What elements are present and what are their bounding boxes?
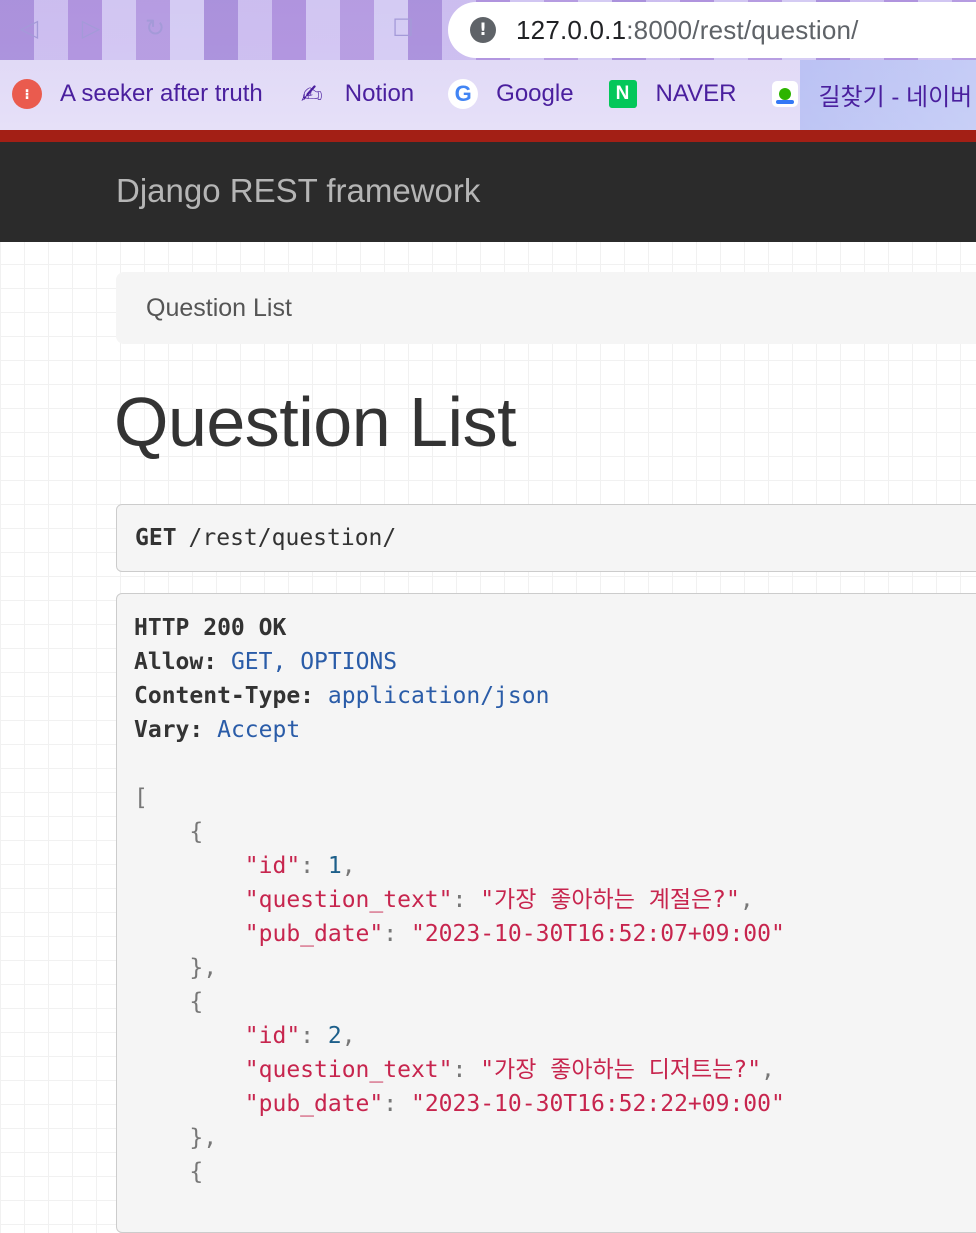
json-key: "question_text" (244, 1057, 453, 1083)
navbar-brand[interactable]: Django REST framework (116, 172, 480, 210)
json-object-close: }, (134, 955, 218, 981)
browser-chrome: ◁ ▷ ↻ ☐ ! 127.0.0.1:8000/rest/question/ … (0, 0, 976, 130)
forward-icon[interactable]: ▷ (76, 14, 106, 44)
header-value: Accept (217, 717, 301, 743)
json-object-close: }, (134, 1125, 218, 1151)
json-key: "pub_date" (244, 1091, 384, 1117)
json-field-id: "id": 2, (244, 1023, 356, 1049)
bookmark-label: A seeker after truth (60, 80, 263, 107)
breadcrumb-item: Question List (146, 293, 292, 322)
json-key: "id" (244, 853, 301, 879)
json-value: 2 (327, 1023, 342, 1049)
url-host: 127.0.0.1 (516, 14, 627, 45)
url-text[interactable]: 127.0.0.1:8000/rest/question/ (516, 15, 859, 46)
reload-icon[interactable]: ↻ (140, 14, 170, 44)
bookmark-naver-map[interactable]: 길찾기 - 네이버 (770, 77, 972, 112)
json-value: 1 (327, 853, 342, 879)
json-value: "2023-10-30T16:52:07+09:00" (410, 921, 785, 947)
bookmark-google[interactable]: G Google (448, 79, 574, 109)
bookmarks-bar: ⁝ A seeker after truth ✍ Notion G Google… (0, 72, 976, 116)
response-info: HTTP 200 OK Allow: GET, OPTIONS Content-… (116, 593, 976, 1233)
request-method: GET (135, 525, 177, 551)
info-icon[interactable]: ! (470, 17, 496, 43)
google-icon: G (448, 79, 479, 109)
json-object-open: { (134, 989, 204, 1015)
header-content-type: Content-Type: application/json (134, 679, 549, 713)
json-field-pub-date: "pub_date": "2023-10-30T16:52:07+09:00" (244, 921, 785, 947)
back-icon[interactable]: ◁ (14, 14, 44, 44)
json-value: "가장 좋아하는 계절은?" (480, 887, 740, 913)
bookmark-label: NAVER (655, 80, 737, 107)
bookmark-seeker[interactable]: ⁝ A seeker after truth (12, 79, 263, 109)
json-object-open: { (134, 1159, 204, 1185)
json-key: "pub_date" (244, 921, 384, 947)
header-name: Allow: (134, 649, 218, 675)
naver-icon: N (608, 79, 638, 109)
json-object-open: { (134, 819, 204, 845)
page-title: Question List (114, 383, 517, 461)
writing-hand-icon: ✍ (300, 78, 323, 109)
map-icon (770, 79, 800, 109)
json-array-open: [ (134, 785, 148, 811)
header-value: GET, OPTIONS (230, 649, 398, 675)
seeker-favicon: ⁝ (12, 79, 42, 109)
bookmark-label: Google (496, 80, 574, 107)
json-key: "id" (244, 1023, 301, 1049)
json-field-question-text: "question_text": "가장 좋아하는 계절은?", (244, 887, 754, 913)
bookmark-star-icon[interactable]: ☐ (388, 14, 418, 44)
navbar-accent-strip (0, 130, 976, 142)
bookmark-label: 길찾기 - 네이버 (818, 83, 973, 111)
navbar: Django REST framework (0, 142, 976, 242)
json-value: "2023-10-30T16:52:22+09:00" (410, 1091, 785, 1117)
bookmark-notion[interactable]: ✍ Notion (297, 79, 414, 109)
breadcrumb: Question List (116, 272, 976, 344)
bookmark-label: Notion (344, 80, 415, 107)
address-bar[interactable]: ! 127.0.0.1:8000/rest/question/ (448, 2, 976, 58)
json-field-question-text: "question_text": "가장 좋아하는 디저트는?", (244, 1057, 775, 1083)
json-field-pub-date: "pub_date": "2023-10-30T16:52:22+09:00" (244, 1091, 785, 1117)
header-value: application/json (327, 683, 550, 709)
request-info: GET /rest/question/ (116, 504, 976, 572)
url-path: :8000/rest/question/ (626, 14, 859, 45)
request-path: /rest/question/ (188, 525, 397, 551)
json-field-id: "id": 1, (244, 853, 356, 879)
header-name: Content-Type: (134, 683, 315, 709)
json-value: "가장 좋아하는 디저트는?" (480, 1057, 762, 1083)
bookmark-naver[interactable]: N NAVER (608, 79, 737, 109)
header-name: Vary: (134, 717, 204, 743)
response-status: HTTP 200 OK (134, 615, 287, 641)
header-allow: Allow: GET, OPTIONS (134, 645, 397, 679)
header-vary: Vary: Accept (134, 713, 300, 747)
json-key: "question_text" (244, 887, 453, 913)
